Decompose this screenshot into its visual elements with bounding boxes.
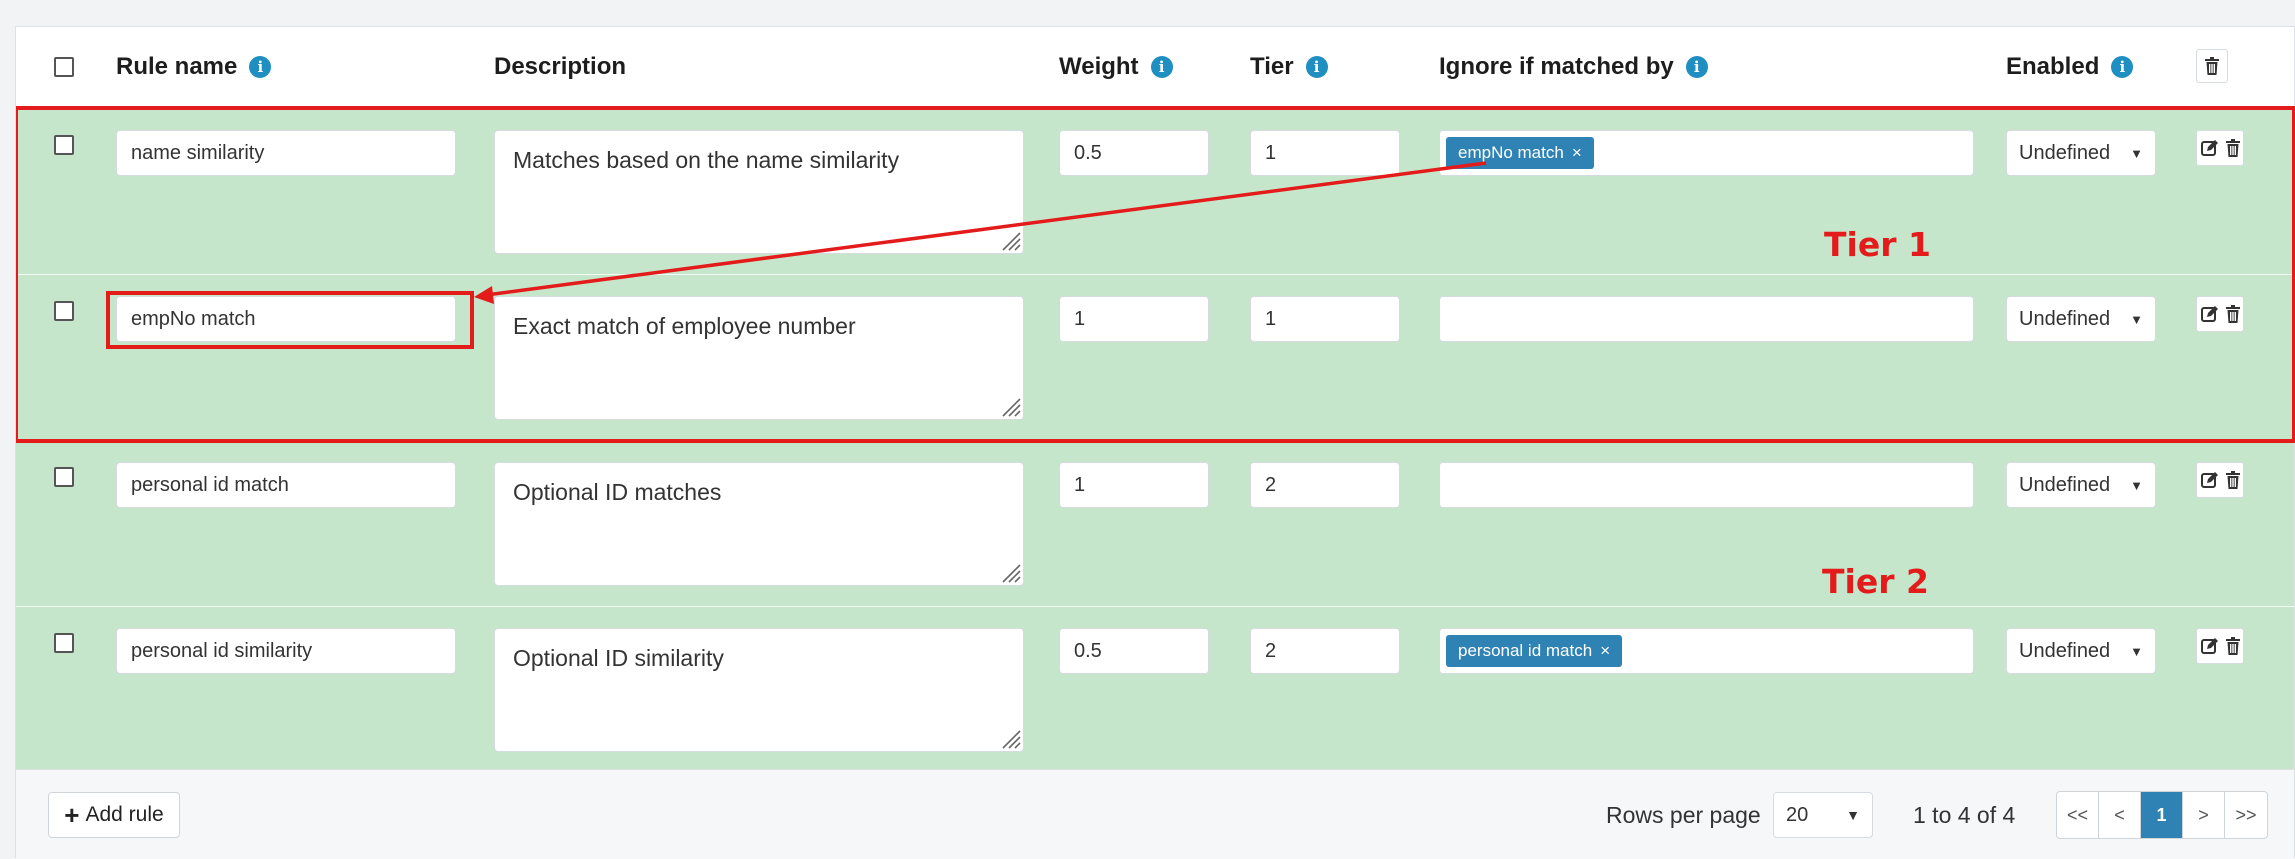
annotation-overlay <box>16 106 2295 443</box>
rows-per-page-label: Rows per page <box>1606 802 1761 828</box>
tier1-box <box>16 106 2295 443</box>
annotation-arrow-line <box>485 161 1487 297</box>
chevron-down-icon: ▼ <box>1846 807 1860 823</box>
prev-page-button[interactable]: < <box>2099 792 2141 838</box>
tier1-label: Tier 1 <box>1824 225 1931 264</box>
pagination-range: 1 to 4 of 4 <box>1913 802 2016 828</box>
first-page-button[interactable]: << <box>2057 792 2099 838</box>
annotation-arrowhead <box>474 286 494 304</box>
pagination: << < 1 > >> <box>2056 791 2268 839</box>
tier2-label: Tier 2 <box>1822 562 1929 601</box>
rows-per-page-select[interactable]: 20 ▼ <box>1773 792 1873 838</box>
rules-table: Rule name i Description Weight i Tier i … <box>15 26 2295 859</box>
plus-icon: + <box>64 800 80 830</box>
page-button-current[interactable]: 1 <box>2141 792 2183 838</box>
add-rule-button[interactable]: + Add rule <box>48 792 180 838</box>
target-highlight-box <box>106 291 474 349</box>
table-footer: + Add rule Rows per page 20 ▼ 1 to 4 of … <box>16 769 2294 859</box>
last-page-button[interactable]: >> <box>2225 792 2267 838</box>
next-page-button[interactable]: > <box>2183 792 2225 838</box>
